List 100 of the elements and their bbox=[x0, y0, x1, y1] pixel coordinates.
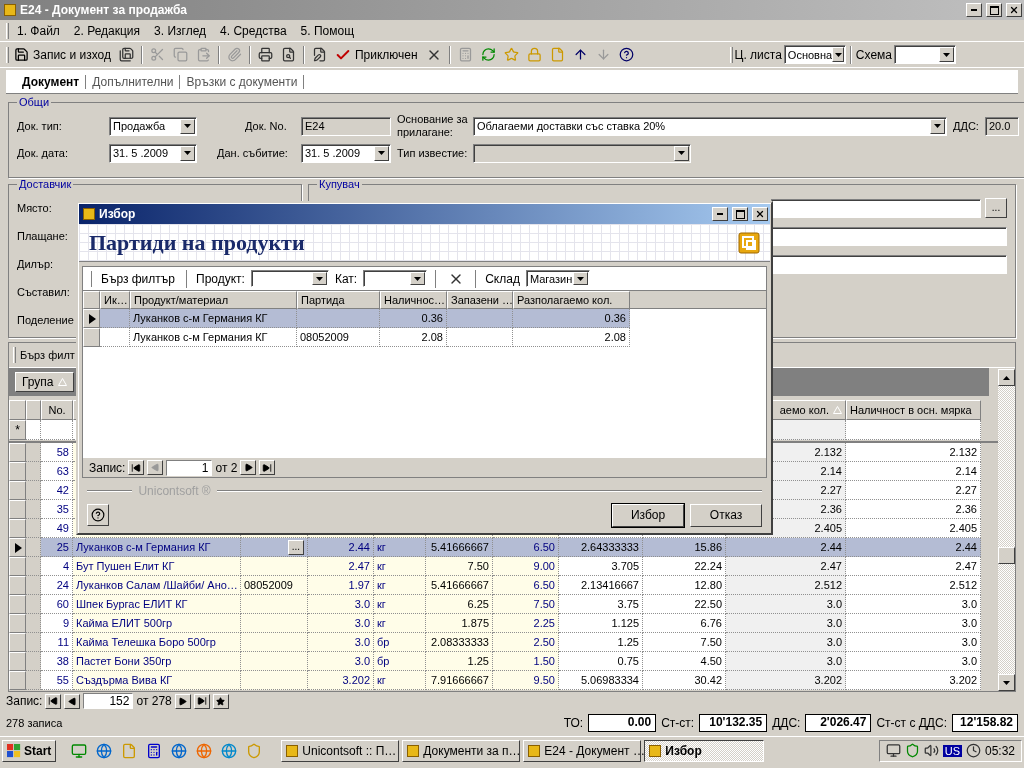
close-button[interactable] bbox=[752, 207, 768, 221]
previous-record-button[interactable] bbox=[147, 460, 164, 475]
column-header[interactable]: Наличнос… bbox=[380, 291, 447, 309]
field-label: Дилър: bbox=[17, 258, 54, 270]
table-cell: 3.0 bbox=[308, 595, 374, 614]
maximize-button[interactable] bbox=[732, 207, 748, 221]
table-cell[interactable] bbox=[846, 420, 981, 440]
sort-icon bbox=[57, 378, 67, 386]
new-record-button[interactable] bbox=[212, 693, 229, 709]
category-dropdown[interactable] bbox=[363, 270, 428, 287]
cancel-button[interactable]: Отказ bbox=[690, 503, 762, 527]
first-record-button[interactable] bbox=[128, 460, 145, 475]
product-dropdown[interactable] bbox=[250, 270, 329, 287]
warehouse-dropdown[interactable]: Магазин bbox=[525, 270, 590, 287]
scheme-dropdown[interactable] bbox=[894, 45, 956, 64]
last-record-button[interactable] bbox=[193, 693, 210, 709]
table-cell: 2.405 bbox=[846, 519, 981, 538]
close-button[interactable] bbox=[1006, 3, 1022, 17]
menu-item[interactable]: 3. Изглед bbox=[148, 23, 213, 38]
table-cell: 1.25 bbox=[426, 652, 493, 671]
tax-event-date-picker[interactable]: 31. 5 .2009 bbox=[301, 143, 391, 163]
column-header[interactable]: Ик… bbox=[100, 291, 130, 309]
last-record-button[interactable] bbox=[259, 460, 276, 475]
language-indicator[interactable]: US bbox=[942, 744, 962, 757]
column-header[interactable]: Продукт/материал bbox=[130, 291, 297, 309]
vat-field[interactable]: 20.0 bbox=[984, 116, 1019, 136]
menu-item[interactable]: 4. Средства bbox=[214, 23, 293, 38]
previous-record-button[interactable] bbox=[64, 693, 81, 709]
browse-button[interactable]: ... bbox=[985, 198, 1007, 218]
record-number-field[interactable]: 1 bbox=[166, 459, 213, 476]
field-label: Дан. събитие: bbox=[217, 147, 288, 159]
input-field[interactable] bbox=[771, 198, 981, 218]
total-value: 12'158.82 bbox=[952, 714, 1018, 732]
quick-filter-button[interactable]: Бърз филтър bbox=[98, 267, 178, 290]
menu-item[interactable]: 5. Помощ bbox=[294, 23, 361, 38]
price-list-dropdown[interactable]: Основна bbox=[783, 45, 846, 64]
scrollbar[interactable] bbox=[998, 369, 1015, 691]
browse-button[interactable]: ... bbox=[287, 539, 304, 555]
post-button[interactable]: Приключен bbox=[332, 43, 421, 66]
menu-item[interactable]: 1. Файл bbox=[11, 23, 66, 38]
table-cell: 4 bbox=[41, 557, 73, 576]
table-cell: 2.44 bbox=[846, 538, 981, 557]
quick-filter-button[interactable]: Бърз филт bbox=[17, 344, 78, 366]
table-cell: 2.44 bbox=[308, 538, 374, 557]
taskbar-button[interactable]: Избор bbox=[644, 739, 765, 762]
table-row[interactable]: Луканков с-м Германия КГ 0.36 0.36 bbox=[83, 309, 630, 328]
table-cell[interactable] bbox=[41, 420, 73, 440]
tab[interactable]: Връзки с документи bbox=[180, 74, 305, 89]
column-header[interactable]: Разполагаемо кол. bbox=[513, 291, 630, 309]
table-cell: 2.08333333 bbox=[426, 633, 493, 652]
minimize-button[interactable] bbox=[712, 207, 728, 221]
select-button[interactable]: Избор bbox=[612, 503, 684, 527]
table-cell: 7.91666667 bbox=[426, 671, 493, 690]
scrollbar-thumb[interactable] bbox=[998, 547, 1015, 564]
row-selector[interactable] bbox=[83, 309, 100, 328]
notice-type-dropdown[interactable] bbox=[473, 143, 691, 163]
field-label: Кат: bbox=[334, 271, 358, 286]
table-cell bbox=[100, 328, 130, 347]
group-column-chip[interactable]: Група bbox=[15, 372, 74, 392]
next-record-button[interactable] bbox=[240, 460, 257, 475]
minimize-button[interactable] bbox=[966, 3, 982, 17]
input-field[interactable] bbox=[771, 226, 1007, 246]
tab[interactable]: Документ bbox=[16, 74, 87, 89]
input-field[interactable] bbox=[771, 254, 1007, 274]
table-row[interactable]: Луканков с-м Германия КГ 08052009 2.08 2.08 bbox=[83, 328, 630, 347]
basis-dropdown[interactable]: Облагаеми доставки със ставка 20% bbox=[473, 116, 947, 136]
tab[interactable]: Допълнителни bbox=[86, 74, 181, 89]
doc-no-field[interactable]: E24 bbox=[301, 116, 391, 136]
table-cell: 2.47 bbox=[308, 557, 374, 576]
field-label: ДДС: bbox=[953, 120, 979, 132]
print-icon bbox=[258, 47, 273, 62]
start-button[interactable]: Start bbox=[2, 739, 57, 762]
column-header[interactable]: No. bbox=[41, 400, 73, 420]
doc-type-dropdown[interactable]: Продажба bbox=[109, 116, 197, 136]
down-arrow-icon bbox=[595, 47, 611, 62]
help-button[interactable] bbox=[87, 504, 109, 526]
column-header[interactable]: Наличност в осн. мярка bbox=[846, 400, 981, 420]
record-number-field[interactable]: 152 bbox=[83, 693, 134, 709]
table-cell: 0.36 bbox=[380, 309, 447, 328]
field-label: Тип известие: bbox=[397, 147, 468, 159]
row-selector[interactable] bbox=[9, 538, 26, 557]
start-logo-icon bbox=[7, 743, 21, 758]
taskbar-button[interactable]: E24 - Документ … bbox=[523, 739, 642, 762]
total-label: ДДС: bbox=[772, 716, 801, 730]
sort-icon bbox=[833, 406, 842, 414]
table-cell: 15.86 bbox=[643, 538, 726, 557]
taskbar-button[interactable]: Документи за п… bbox=[402, 739, 521, 762]
new-row-marker: * bbox=[9, 420, 26, 440]
lock-icon bbox=[526, 47, 542, 62]
menu-item[interactable]: 2. Редакция bbox=[67, 23, 147, 38]
maximize-button[interactable] bbox=[986, 3, 1002, 17]
table-cell: 6.50 bbox=[493, 538, 559, 557]
taskbar-button[interactable]: Unicontsoft :: П… bbox=[281, 739, 400, 762]
next-record-button[interactable] bbox=[174, 693, 191, 709]
doc-date-picker[interactable]: 31. 5 .2009 bbox=[109, 143, 197, 163]
save-and-exit-button[interactable]: Запис и изход bbox=[11, 43, 114, 66]
table-cell: 1.125 bbox=[559, 614, 643, 633]
column-header[interactable]: Партида bbox=[297, 291, 380, 309]
first-record-button[interactable] bbox=[45, 693, 62, 709]
column-header[interactable]: Запазени … bbox=[447, 291, 513, 309]
